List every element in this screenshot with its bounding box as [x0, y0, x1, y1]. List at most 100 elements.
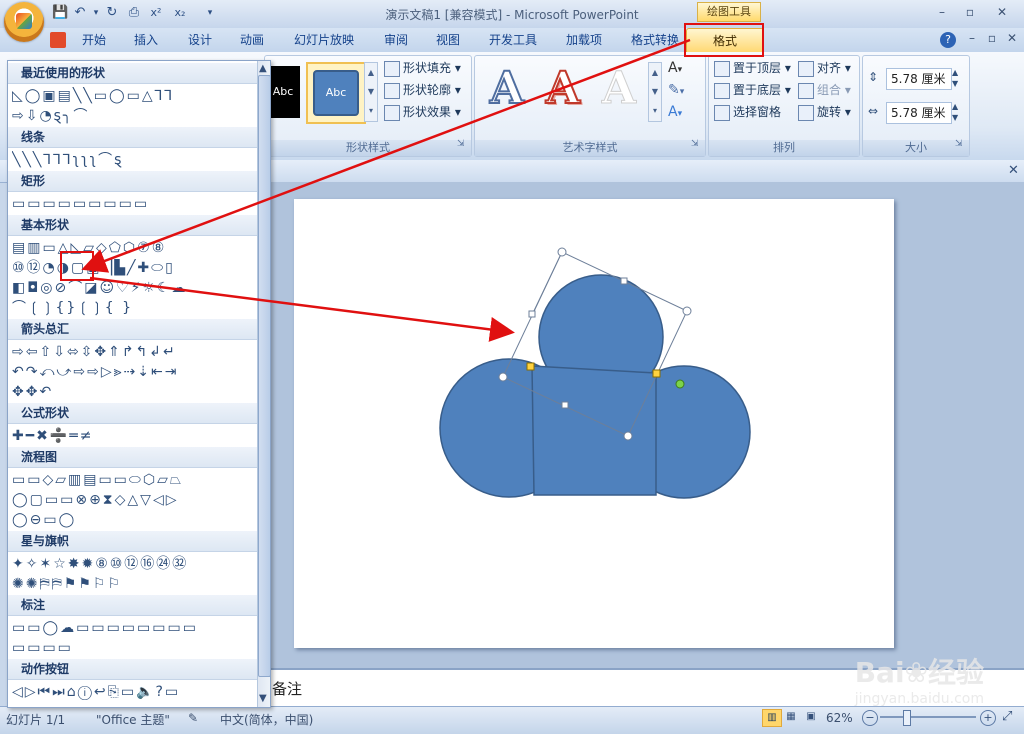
align-button[interactable]: 对齐 ▾ [798, 58, 851, 78]
height-spinner[interactable]: ▲ ▼ [952, 67, 958, 89]
flowchart-row-3[interactable]: ◯⊖▭◯ [12, 511, 252, 529]
wordart-style-plain[interactable]: A [594, 63, 644, 114]
office-logo-icon [16, 13, 32, 29]
gallery-scroll-up-icon[interactable]: ▲ [259, 63, 267, 74]
adjust-handle-left[interactable] [526, 362, 535, 371]
text-outline-icon[interactable]: ✎▾ [668, 82, 684, 98]
basic-shapes-row-2[interactable]: ⑩⑫◔◑▢▣▕▙╱✚⬭▯ [12, 259, 252, 277]
stars-row-2[interactable]: ✺✺⛿⛿⚑⚑⚐⚐ [12, 575, 252, 593]
rotate-button[interactable]: 旋转 ▾ [798, 102, 851, 122]
stars-row-1[interactable]: ✦✧✶☆✸✹⑧⑩⑫⑯㉔㉜ [12, 555, 252, 573]
slide-sorter-icon[interactable]: ▦ [782, 709, 800, 725]
basic-shapes-row-3[interactable]: ◧◘◎⊘⌒◪☺♡⚡☼☾☁ [12, 279, 252, 297]
callouts-row-1[interactable]: ▭▭◯☁▭▭▭▭▭▭▭▭ [12, 619, 252, 637]
action-buttons-row-1[interactable]: ◁▷⏮⏭⌂ⓘ↩⎘▭🔈?▭ [12, 683, 252, 701]
watermark-url: jingyan.baidu.com [854, 691, 984, 707]
maximize-button[interactable]: ▫ [958, 3, 982, 21]
wordart-style-blue-outline[interactable]: A [482, 63, 532, 115]
zoom-level[interactable]: 62% [826, 711, 853, 725]
shape-fill-button[interactable]: 形状填充 ▾ [384, 58, 461, 78]
bring-front-label: 置于顶层 [733, 61, 782, 75]
resize-handle-edge-tl[interactable] [528, 310, 536, 318]
adjust-handle-right[interactable] [652, 369, 661, 378]
tab-animation[interactable]: 动画 [230, 31, 274, 49]
tab-insert[interactable]: 插入 [124, 31, 168, 49]
recent-shapes-row-1[interactable]: ◺◯▣▤╲╲▭◯▭△⅂⅂ [12, 87, 252, 105]
arrows-row-2[interactable]: ↶↷⤺⤻⇨⇨▷⪢⇢⇣⇤⇥ [12, 363, 252, 381]
tab-slideshow[interactable]: 幻灯片放映 [286, 31, 362, 49]
flowchart-row-1[interactable]: ▭▭◇▱▥▤▭▭⬭⬡▱⏢ [12, 471, 252, 489]
doc-close-button[interactable]: ✕ [1000, 29, 1024, 47]
minimize-button[interactable]: – [930, 3, 954, 21]
zoom-slider-thumb[interactable] [903, 710, 911, 726]
category-equation-shapes: 公式形状 [8, 403, 263, 424]
flowchart-row-2[interactable]: ◯▢▭▭⊗⊕⧗◇△▽◁▷ [12, 491, 252, 509]
fit-to-window-icon[interactable]: ⤢ [1002, 709, 1012, 724]
normal-view-icon[interactable]: ▥ [762, 709, 782, 727]
tab-view[interactable]: 视图 [426, 31, 470, 49]
office-button[interactable] [4, 2, 44, 42]
shape-outline-button[interactable]: 形状轮廓 ▾ [384, 80, 461, 100]
resize-handle-bottom[interactable] [623, 431, 633, 441]
tab-developer[interactable]: 开发工具 [480, 31, 546, 49]
gallery-scroll-down-icon[interactable]: ▼ [259, 693, 267, 704]
text-fill-icon[interactable]: A▾ [668, 60, 682, 76]
help-icon[interactable]: ? [940, 32, 956, 48]
chord-shape-highlight [60, 251, 94, 281]
resize-handle-top[interactable] [557, 247, 567, 257]
chord-shape[interactable] [531, 365, 657, 496]
callouts-row-2[interactable]: ▭▭▭▭ [12, 639, 252, 657]
shape-width-input[interactable]: 5.78 厘米 [886, 102, 952, 124]
basic-shapes-row-1[interactable]: ▤▥▭△◺▱◇⬠⬡⑦⑧ [12, 239, 252, 257]
shape-style-black[interactable]: Abc [266, 66, 300, 118]
shape-gallery-panel[interactable]: 最近使用的形状 ◺◯▣▤╲╲▭◯▭△⅂⅂ ⇨⇩◔ȿ╮⌒ 线条 ╲╲╲⅂⅂⅂ʅʅʅ… [7, 60, 271, 708]
arrows-row-1[interactable]: ⇨⇦⇧⇩⬄⇳✥⇑↱↰↲↵ [12, 343, 252, 361]
zoom-slider-track[interactable] [880, 716, 976, 718]
tab-review[interactable]: 审阅 [374, 31, 418, 49]
resize-handle-edge-tr[interactable] [620, 277, 628, 285]
resize-handle-right[interactable] [682, 306, 692, 316]
zoom-out-icon[interactable]: − [862, 710, 878, 726]
resize-handle-edge-bl[interactable] [561, 401, 569, 409]
size-launcher-icon[interactable]: ⇲ [955, 139, 963, 149]
spell-check-icon[interactable]: ✎ [188, 711, 198, 725]
window-title: 演示文稿1 [兼容模式] - Microsoft PowerPoint [385, 8, 639, 22]
arrows-row-3[interactable]: ✥✥↶ [12, 383, 252, 401]
tab-format-convert[interactable]: 格式转换 [622, 31, 688, 49]
text-effect-icon[interactable]: A▾ [668, 104, 682, 120]
slideshow-view-icon[interactable]: ▣ [802, 709, 820, 725]
gallery-scrollbar-thumb[interactable] [258, 75, 270, 677]
tab-home[interactable]: 开始 [72, 31, 116, 49]
rotation-handle[interactable] [675, 379, 685, 389]
group-button[interactable]: 组合 ▾ [798, 80, 851, 100]
tab-design[interactable]: 设计 [178, 31, 222, 49]
wordart-style-red-outline[interactable]: A [538, 63, 588, 115]
category-recent-shapes: 最近使用的形状 [8, 63, 263, 84]
wordart-style-scroll[interactable]: ▲ ▼ ▾ [648, 62, 662, 122]
close-button[interactable]: ✕ [990, 3, 1014, 21]
slide-shapes[interactable] [294, 199, 894, 648]
shape-styles-launcher-icon[interactable]: ⇲ [457, 139, 465, 149]
recent-shapes-row-2[interactable]: ⇨⇩◔ȿ╮⌒ [12, 107, 252, 125]
tab-addins[interactable]: 加载项 [556, 31, 612, 49]
rectangles-row-1[interactable]: ▭▭▭▭▭▭▭▭▭ [12, 195, 252, 213]
wordart-launcher-icon[interactable]: ⇲ [691, 139, 699, 149]
basic-shapes-row-4[interactable]: ⌒❲❳{}❲❳{ } [12, 299, 252, 317]
lines-row-1[interactable]: ╲╲╲⅂⅂⅂ʅʅʅ⌒ȿ [12, 151, 252, 169]
equation-row-1[interactable]: ✚━✖➗═≠ [12, 427, 252, 445]
shape-style-scroll[interactable]: ▲ ▼ ▾ [364, 62, 378, 122]
width-spinner[interactable]: ▲ ▼ [952, 101, 958, 123]
shape-style-blue[interactable]: Abc [313, 70, 359, 116]
selection-pane-label: 选择窗格 [733, 105, 782, 119]
zoom-in-icon[interactable]: + [980, 710, 996, 726]
bring-to-front-button[interactable]: 置于顶层 ▾ [714, 58, 791, 78]
language-indicator[interactable]: 中文(简体，中国) [220, 711, 313, 728]
baidu-jingyan-watermark: Bai❀经验 jingyan.baidu.com [855, 651, 984, 707]
send-to-back-button[interactable]: 置于底层 ▾ [714, 80, 791, 100]
selection-pane-button[interactable]: 选择窗格 [714, 102, 781, 122]
close-pane-icon[interactable]: ✕ [1008, 163, 1019, 178]
shape-height-input[interactable]: 5.78 厘米 [886, 68, 952, 90]
shape-effect-button[interactable]: 形状效果 ▾ [384, 102, 461, 122]
group-label: 组合 [817, 83, 842, 97]
resize-handle-left[interactable] [498, 372, 508, 382]
